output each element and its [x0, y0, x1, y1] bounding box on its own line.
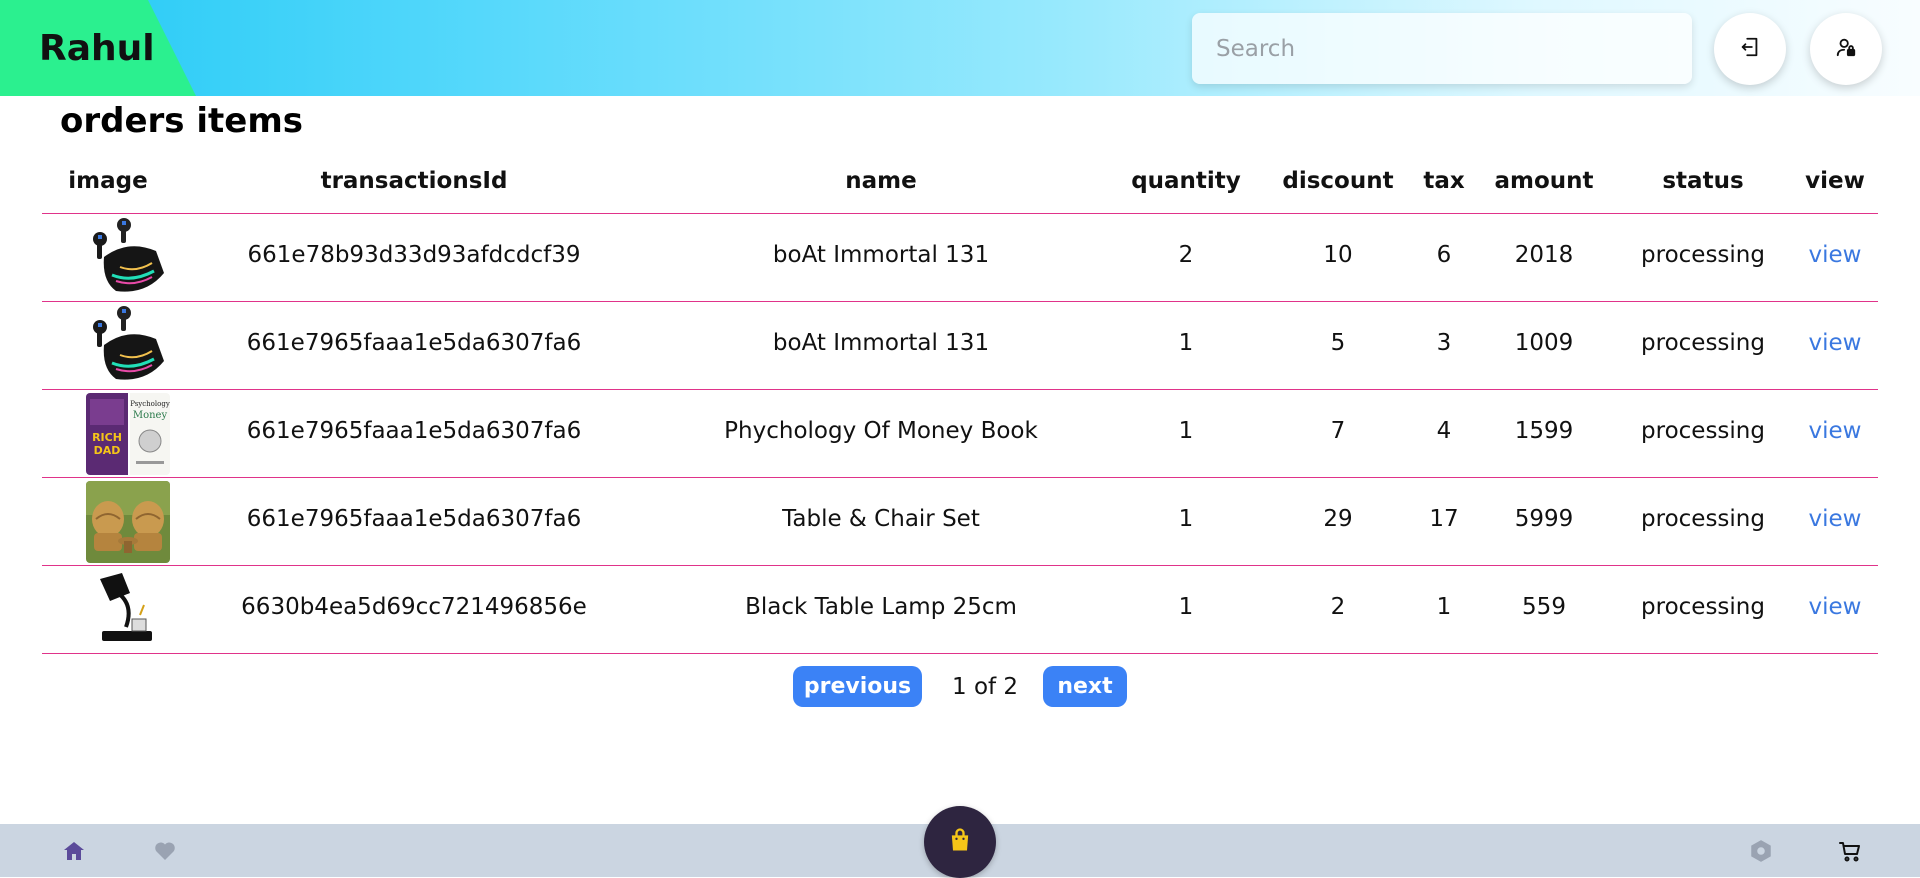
cell-name: boAt Immortal 131	[772, 242, 990, 268]
next-button[interactable]: next	[1043, 666, 1127, 707]
view-link[interactable]: view	[1809, 594, 1862, 620]
cell-status: processing	[1641, 418, 1765, 444]
cell-name: boAt Immortal 131	[772, 330, 990, 356]
heart-icon[interactable]	[151, 838, 179, 864]
hexagon-icon[interactable]	[1747, 838, 1775, 864]
cell-quantity: 1	[1178, 330, 1194, 356]
brand-name[interactable]: Rahul	[39, 28, 155, 69]
cell-amount: 1009	[1514, 330, 1574, 356]
earbuds-product-image	[86, 305, 170, 387]
cell-amount: 559	[1522, 594, 1566, 620]
svg-text:DAD: DAD	[94, 444, 121, 457]
home-icon[interactable]	[60, 838, 88, 864]
cell-discount: 10	[1323, 242, 1353, 268]
profile-button[interactable]	[1810, 13, 1882, 85]
cell-amount: 2018	[1514, 242, 1574, 268]
cell-name: Table & Chair Set	[782, 506, 980, 532]
table-row: RICH DAD Psychology Money 661e7965faaa1e…	[42, 390, 1878, 478]
chairs-product-image	[86, 481, 170, 563]
view-link[interactable]: view	[1809, 506, 1862, 532]
cell-discount: 2	[1330, 594, 1346, 620]
user-lock-icon	[1835, 36, 1857, 62]
table-row: 6630b4ea5d69cc721496856e Black Table Lam…	[42, 566, 1878, 654]
cell-discount: 5	[1330, 330, 1346, 356]
cell-quantity: 2	[1178, 242, 1194, 268]
view-link[interactable]: view	[1809, 330, 1862, 356]
previous-button[interactable]: previous	[793, 666, 922, 707]
books-product-image: RICH DAD Psychology Money	[86, 393, 170, 475]
col-name-header: name	[845, 168, 917, 194]
cell-tax: 1	[1436, 594, 1452, 620]
earbuds-product-image	[86, 217, 170, 299]
shopping-bag-icon	[946, 826, 974, 858]
page-indicator: 1 of 2	[952, 674, 1019, 700]
col-view-header: view	[1805, 168, 1865, 194]
cell-tax: 17	[1429, 506, 1459, 532]
cell-tax: 6	[1436, 242, 1452, 268]
cell-tax: 4	[1436, 418, 1452, 444]
cart-icon[interactable]	[1836, 838, 1864, 864]
svg-text:Psychology: Psychology	[130, 400, 170, 408]
cell-status: processing	[1641, 242, 1765, 268]
col-amount-header: amount	[1494, 168, 1594, 194]
cell-name: Phychology Of Money Book	[724, 418, 1038, 444]
top-header: Rahul	[0, 0, 1920, 96]
shopping-bag-button[interactable]	[924, 806, 996, 878]
table-header: image transactionsId name quantity disco…	[42, 158, 1878, 214]
svg-text:Money: Money	[133, 410, 168, 421]
logout-button[interactable]	[1714, 13, 1786, 85]
col-transactionsid-header: transactionsId	[320, 168, 508, 194]
view-link[interactable]: view	[1809, 242, 1862, 268]
svg-text:RICH: RICH	[92, 431, 122, 444]
cell-status: processing	[1641, 594, 1765, 620]
logout-icon	[1739, 36, 1761, 62]
col-discount-header: discount	[1282, 168, 1394, 194]
col-quantity-header: quantity	[1131, 168, 1241, 194]
cell-transactionsid: 661e7965faaa1e5da6307fa6	[246, 330, 582, 356]
cell-discount: 7	[1330, 418, 1346, 444]
lamp-product-image	[86, 569, 170, 651]
search-input[interactable]	[1192, 13, 1692, 84]
page-title: orders items	[60, 101, 303, 141]
cell-quantity: 1	[1178, 506, 1194, 532]
table-row: 661e7965faaa1e5da6307fa6 Table & Chair S…	[42, 478, 1878, 566]
col-status-header: status	[1662, 168, 1744, 194]
table-row: 661e78b93d33d93afdcdcf39 boAt Immortal 1…	[42, 214, 1878, 302]
cell-status: processing	[1641, 330, 1765, 356]
view-link[interactable]: view	[1809, 418, 1862, 444]
col-image-header: image	[68, 168, 148, 194]
cell-name: Black Table Lamp 25cm	[745, 594, 1017, 620]
cell-quantity: 1	[1178, 418, 1194, 444]
cell-discount: 29	[1323, 506, 1353, 532]
cell-amount: 5999	[1514, 506, 1574, 532]
cell-amount: 1599	[1514, 418, 1574, 444]
cell-transactionsid: 661e7965faaa1e5da6307fa6	[246, 418, 582, 444]
orders-table: image transactionsId name quantity disco…	[42, 158, 1878, 654]
cell-status: processing	[1641, 506, 1765, 532]
cell-quantity: 1	[1178, 594, 1194, 620]
cell-transactionsid: 661e78b93d33d93afdcdcf39	[247, 242, 581, 268]
cell-transactionsid: 661e7965faaa1e5da6307fa6	[246, 506, 582, 532]
cell-transactionsid: 6630b4ea5d69cc721496856e	[241, 594, 587, 620]
table-row: 661e7965faaa1e5da6307fa6 boAt Immortal 1…	[42, 302, 1878, 390]
cell-tax: 3	[1436, 330, 1452, 356]
col-tax-header: tax	[1423, 168, 1465, 194]
